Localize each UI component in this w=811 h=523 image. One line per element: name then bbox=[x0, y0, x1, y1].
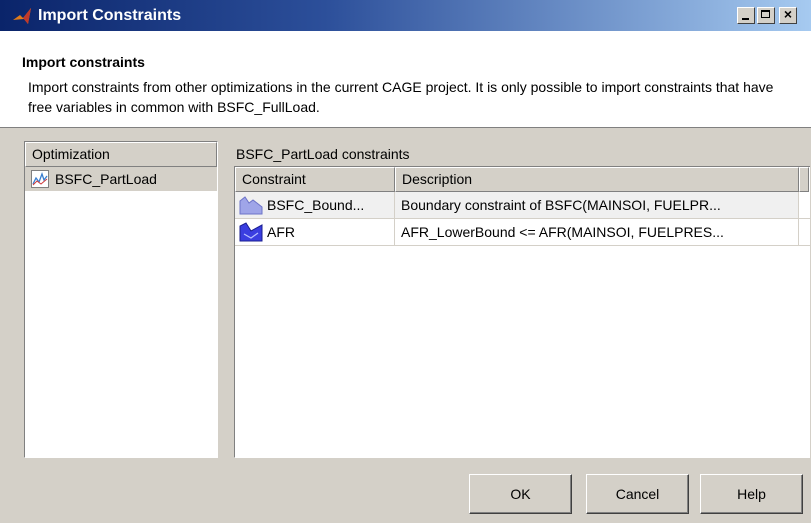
optimization-column-header[interactable]: Optimization bbox=[25, 142, 217, 167]
column-header-filler bbox=[799, 167, 809, 192]
constraint-name: AFR bbox=[267, 224, 295, 240]
optimization-label: BSFC_PartLoad bbox=[55, 171, 157, 187]
table-header: Constraint Description bbox=[235, 167, 810, 192]
optimization-list: Optimization BSFC_PartLoad bbox=[24, 141, 218, 458]
window-title: Import Constraints bbox=[38, 6, 182, 24]
title-bar[interactable]: Import Constraints × bbox=[0, 0, 811, 31]
optimization-icon bbox=[31, 170, 49, 188]
table-row[interactable]: AFR AFR_LowerBound <= AFR(MAINSOI, FUELP… bbox=[235, 219, 810, 246]
matlab-logo-icon bbox=[13, 7, 31, 24]
optimization-item[interactable]: BSFC_PartLoad bbox=[25, 167, 217, 191]
import-constraints-dialog: Import Constraints × Import constraints … bbox=[0, 0, 811, 523]
close-icon: × bbox=[783, 6, 793, 22]
constraints-title: BSFC_PartLoad constraints bbox=[236, 146, 410, 162]
description-column-header[interactable]: Description bbox=[395, 167, 799, 192]
description-cell: Boundary constraint of BSFC(MAINSOI, FUE… bbox=[395, 192, 799, 218]
minimize-button[interactable] bbox=[737, 7, 755, 24]
header-panel: Import constraints Import constraints fr… bbox=[0, 31, 811, 128]
constraints-table: Constraint Description BSFC_Bound... Bou… bbox=[234, 166, 810, 458]
minimize-icon bbox=[742, 18, 749, 20]
maximize-icon bbox=[761, 10, 770, 18]
constraint-cell: AFR bbox=[235, 219, 395, 245]
header-title: Import constraints bbox=[22, 54, 145, 70]
afr-constraint-icon bbox=[239, 222, 263, 242]
table-row[interactable]: BSFC_Bound... Boundary constraint of BSF… bbox=[235, 192, 810, 219]
constraint-cell: BSFC_Bound... bbox=[235, 192, 395, 218]
constraint-name: BSFC_Bound... bbox=[267, 197, 365, 213]
maximize-button[interactable] bbox=[757, 7, 775, 24]
help-button[interactable]: Help bbox=[700, 474, 803, 514]
header-description: Import constraints from other optimizati… bbox=[28, 79, 774, 115]
ok-button[interactable]: OK bbox=[469, 474, 572, 514]
boundary-constraint-icon bbox=[239, 196, 263, 215]
close-button[interactable]: × bbox=[779, 6, 797, 24]
cancel-button[interactable]: Cancel bbox=[586, 474, 689, 514]
description-cell: AFR_LowerBound <= AFR(MAINSOI, FUELPRES.… bbox=[395, 219, 799, 245]
constraint-column-header[interactable]: Constraint bbox=[235, 167, 395, 192]
